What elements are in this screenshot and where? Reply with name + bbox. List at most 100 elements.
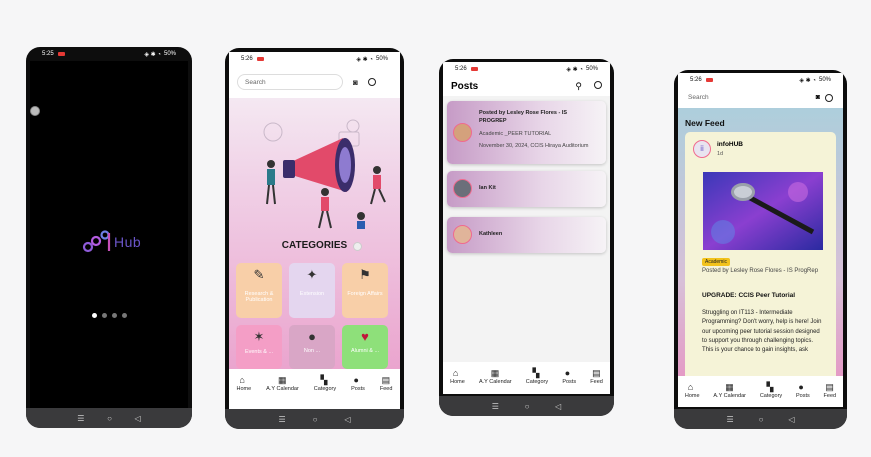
posts-screen: Posts ⚲ Posted by Lesley Rose Flores - I… xyxy=(443,76,610,394)
home-icon: ⌂ xyxy=(452,368,459,378)
category-tile-events[interactable]: ✶ Events & ... xyxy=(236,325,282,369)
tab-home[interactable]: ⌂ Home xyxy=(685,382,700,399)
star-icon: ✶ xyxy=(253,329,265,344)
calendar-icon: ▦ xyxy=(490,368,500,378)
tab-posts[interactable]: ● Posts xyxy=(351,375,365,392)
sports-ball-icon: ● xyxy=(308,329,316,344)
logo-text: Hub xyxy=(114,234,142,250)
back-icon[interactable]: ◁ xyxy=(135,414,141,423)
tile-label: Foreign Affairs xyxy=(347,291,383,297)
recent-apps-icon[interactable]: ☰ xyxy=(492,402,499,411)
posted-by: Posted by Lesley Rose Flores - IS ProgRe… xyxy=(702,268,819,274)
post-card[interactable]: Ian Kit xyxy=(447,171,606,207)
phone-categories: 5:26 ◈ ✱ ◔ 50% Search ◙ CATEGORIES ✎ Res… xyxy=(225,48,404,429)
tab-label: Feed xyxy=(590,379,603,385)
tab-feed[interactable]: ▤ Feed xyxy=(590,368,603,385)
signal-icon: ◈ ✱ ◔ xyxy=(356,56,373,63)
page-dot xyxy=(122,313,127,318)
category-badge: Academic xyxy=(702,258,730,266)
tab-label: Posts xyxy=(562,379,577,385)
feed-icon: ▤ xyxy=(592,368,601,378)
phone-splash: 5:25 ◈ ✱ ◔ 50% Hub ☰ ○ ◁ xyxy=(26,47,192,428)
status-time: 5:26 xyxy=(455,66,467,72)
status-bar: 5:26 ◈ ✱ ◔ 50% xyxy=(229,52,400,66)
tab-category[interactable]: ▚ Category xyxy=(314,375,336,392)
tab-ay-calendar[interactable]: ▦ A.Y Calendar xyxy=(479,368,512,385)
back-icon[interactable]: ◁ xyxy=(788,415,794,424)
category-tile-alumni[interactable]: ♥ Alumni & ... xyxy=(342,325,388,369)
tab-category[interactable]: ▚ Category xyxy=(526,368,548,385)
back-icon[interactable]: ◁ xyxy=(555,402,561,411)
post-card[interactable]: Kathleen xyxy=(447,217,606,253)
category-tile-non-academic[interactable]: ● Non ... xyxy=(289,325,335,369)
home-icon[interactable]: ○ xyxy=(525,402,530,411)
recent-apps-icon[interactable]: ☰ xyxy=(278,415,285,424)
top-bar: Search ◙ xyxy=(229,66,400,98)
tile-label: Non ... xyxy=(303,348,321,354)
post-headline: UPGRADE: CCIS Peer Tutorial xyxy=(702,292,796,299)
top-bar: Search ◙ xyxy=(678,87,843,108)
tab-feed[interactable]: ▤ Feed xyxy=(824,382,837,399)
category-tile-foreign-affairs[interactable]: ⚑ Foreign Affairs xyxy=(342,263,388,318)
chat-icon: ● xyxy=(564,368,571,378)
recent-apps-icon[interactable]: ☰ xyxy=(726,415,733,424)
tile-label: Alumni & ... xyxy=(350,348,380,354)
camera-icon[interactable]: ◙ xyxy=(816,94,820,101)
home-icon: ⌂ xyxy=(239,375,245,385)
back-icon[interactable]: ◁ xyxy=(344,415,350,424)
tab-posts[interactable]: ● Posts xyxy=(562,368,576,385)
post-details: November 30, 2024, CCIS Hiraya Auditoriu… xyxy=(479,143,589,149)
home-icon[interactable]: ○ xyxy=(759,415,764,424)
search-input[interactable]: Search xyxy=(237,74,343,90)
tab-home[interactable]: ⌂ Home xyxy=(237,375,252,392)
home-icon[interactable]: ○ xyxy=(313,415,318,424)
top-bar: Posts ⚲ xyxy=(443,76,610,96)
tab-ay-calendar[interactable]: ▦ A.Y Calendar xyxy=(266,375,299,392)
status-time: 5:25 xyxy=(42,51,54,57)
infohub-logo-icon: ii xyxy=(700,144,704,153)
feed-icon: ▤ xyxy=(381,375,391,385)
battery-text: 50% xyxy=(163,51,176,57)
status-time: 5:26 xyxy=(241,56,253,62)
feed-card[interactable]: ii infoHUB 1d Academic Posted by Lesley … xyxy=(685,132,836,392)
calendar-icon: ▦ xyxy=(277,375,287,385)
page-indicator xyxy=(92,313,127,318)
record-icon xyxy=(256,57,264,61)
floating-dot[interactable] xyxy=(30,106,40,116)
category-tile-research[interactable]: ✎ Research & Publication xyxy=(236,263,282,318)
home-icon[interactable]: ○ xyxy=(107,414,112,423)
tab-ay-calendar[interactable]: ▦ A.Y Calendar xyxy=(713,382,746,399)
tab-label: Home xyxy=(684,393,700,399)
battery-text: 50% xyxy=(818,77,831,83)
tab-home[interactable]: ⌂ Home xyxy=(450,368,465,385)
system-nav: ☰ ○ ◁ xyxy=(439,396,614,416)
author-name: infoHUB xyxy=(717,141,743,148)
phone-feed: 5:26 ◈ ✱ ◔ 50% Search ◙ New Feed ii infoH… xyxy=(674,70,847,429)
splash-screen: Hub xyxy=(30,61,188,408)
post-category: Academic _PEER TUTORIAL xyxy=(479,131,552,137)
page-dot xyxy=(102,313,107,318)
tab-label: Category xyxy=(313,386,337,392)
profile-icon[interactable] xyxy=(594,80,602,89)
logo-mark-icon xyxy=(82,230,111,253)
record-icon xyxy=(470,67,478,71)
search-icon[interactable]: ⚲ xyxy=(575,81,582,92)
research-icon: ✎ xyxy=(253,267,265,282)
post-card[interactable]: Posted by Lesley Rose Flores - IS PROGRE… xyxy=(447,101,606,164)
camera-icon[interactable]: ◙ xyxy=(353,78,358,87)
tab-category[interactable]: ▚ Category xyxy=(760,382,782,399)
signal-icon: ◈ ✱ ◔ xyxy=(799,77,816,84)
search-input[interactable]: Search xyxy=(688,94,709,101)
tab-label: Feed xyxy=(379,386,393,392)
chat-icon: ● xyxy=(353,375,359,385)
recent-apps-icon[interactable]: ☰ xyxy=(77,414,84,423)
floating-dot[interactable] xyxy=(353,242,362,251)
categories-heading: CATEGORIES xyxy=(281,240,348,251)
tab-posts[interactable]: ● Posts xyxy=(796,382,810,399)
avatar xyxy=(453,123,472,142)
profile-icon[interactable] xyxy=(825,93,833,102)
profile-icon[interactable] xyxy=(367,78,376,86)
tab-feed[interactable]: ▤ Feed xyxy=(380,375,393,392)
category-tile-extension[interactable]: ✦ Extension xyxy=(289,263,335,318)
feed-screen: Search ◙ New Feed ii infoHUB 1d Academic… xyxy=(678,87,843,407)
